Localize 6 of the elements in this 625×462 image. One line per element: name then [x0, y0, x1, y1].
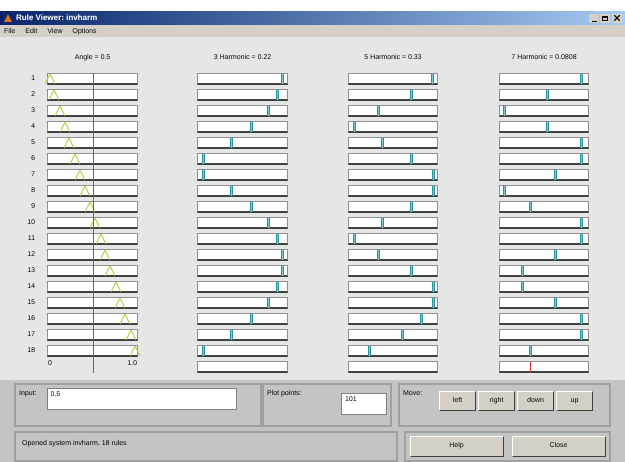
window-title: Rule Viewer: invharm [16, 14, 98, 22]
minimize-button[interactable] [589, 14, 599, 22]
close-button[interactable] [612, 14, 622, 22]
input-value-line[interactable] [92, 73, 94, 373]
maximize-button[interactable] [600, 14, 610, 22]
app-icon [3, 13, 13, 23]
